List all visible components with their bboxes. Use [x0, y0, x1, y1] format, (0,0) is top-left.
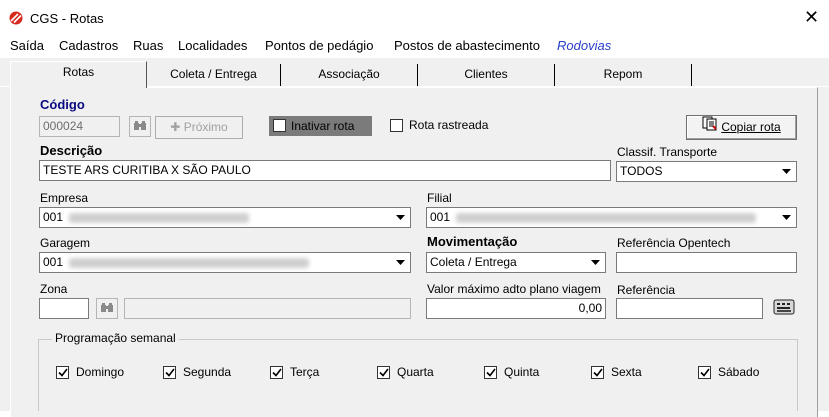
sexta-checkbox[interactable] — [591, 366, 604, 379]
menu-rodovias[interactable]: Rodovias — [557, 38, 611, 53]
movimentacao-value: Coleta / Entrega — [430, 255, 517, 269]
tab-rotas[interactable]: Rotas — [10, 61, 147, 88]
binoculars-icon — [100, 302, 114, 316]
close-icon[interactable]: ✕ — [804, 8, 819, 26]
terca-label: Terça — [290, 365, 320, 379]
domingo-checkbox[interactable] — [56, 366, 69, 379]
programacao-semanal-legend: Programação semanal — [52, 331, 179, 345]
tab-coleta-entrega[interactable]: Coleta / Entrega — [147, 64, 281, 86]
referencia-lookup-button[interactable] — [772, 297, 796, 319]
segunda-label: Segunda — [183, 365, 232, 379]
empresa-select[interactable]: 001 — [39, 207, 411, 228]
proximo-label: Próximo — [183, 120, 228, 134]
tab-associacao[interactable]: Associação — [281, 64, 418, 86]
codigo-input[interactable]: 000024 — [39, 116, 120, 137]
binoculars-icon — [133, 120, 147, 134]
redacted-text — [456, 212, 757, 223]
menu-saida[interactable]: Saída — [10, 38, 44, 53]
plus-icon: ✚ — [170, 120, 181, 134]
chevron-down-icon[interactable] — [587, 254, 604, 271]
copy-document-icon — [702, 116, 718, 139]
filial-value: 001 — [430, 210, 451, 224]
classif-transporte-select[interactable]: TODOS — [616, 161, 797, 182]
quarta-checkbox[interactable] — [377, 366, 390, 379]
redacted-text — [69, 257, 310, 268]
sabado-checkbox[interactable] — [698, 366, 711, 379]
menu-pontos-pedagio[interactable]: Pontos de pedágio — [265, 38, 373, 53]
zona-label: Zona — [40, 282, 68, 296]
quarta-label: Quarta — [397, 365, 434, 379]
inativar-rota-label: Inativar rota — [291, 119, 355, 133]
referencia-label: Referência — [617, 283, 676, 297]
redacted-text — [69, 212, 250, 223]
codigo-search-button[interactable] — [129, 116, 151, 137]
menu-localidades[interactable]: Localidades — [178, 38, 247, 53]
zona-descricao-input — [124, 298, 411, 319]
proximo-button[interactable]: ✚ Próximo — [155, 116, 243, 139]
filial-select[interactable]: 001 — [426, 207, 797, 228]
segunda-checkbox[interactable] — [163, 366, 176, 379]
movimentacao-select[interactable]: Coleta / Entrega — [426, 252, 606, 273]
rota-rastreada-checkbox[interactable] — [390, 119, 403, 132]
window-title: CGS - Rotas — [30, 11, 104, 26]
inativar-rota-checkbox[interactable] — [273, 119, 286, 132]
codigo-label: Código — [40, 97, 85, 112]
referencia-opentech-input[interactable] — [616, 252, 797, 273]
menu-cadastros[interactable]: Cadastros — [59, 38, 118, 53]
menu-postos-abastecimento[interactable]: Postos de abastecimento — [394, 38, 540, 53]
classif-transporte-label: Classif. Transporte — [617, 145, 718, 159]
title-bar — [0, 0, 829, 36]
referencia-input[interactable] — [616, 298, 763, 319]
garagem-value: 001 — [43, 255, 64, 269]
chevron-down-icon[interactable] — [392, 209, 409, 226]
tab-repom[interactable]: Repom — [555, 64, 692, 86]
tab-clientes[interactable]: Clientes — [418, 64, 555, 86]
empresa-value: 001 — [43, 210, 64, 224]
chevron-down-icon[interactable] — [392, 254, 409, 271]
rota-rastreada-label: Rota rastreada — [409, 118, 489, 132]
menu-ruas[interactable]: Ruas — [133, 38, 163, 53]
garagem-label: Garagem — [40, 236, 91, 250]
empresa-label: Empresa — [40, 191, 89, 205]
chevron-down-icon[interactable] — [778, 163, 795, 180]
sabado-label: Sábado — [718, 365, 760, 379]
valor-maximo-label: Valor máximo adto plano viagem — [427, 282, 601, 296]
classif-transporte-value: TODOS — [620, 164, 663, 178]
quinta-label: Quinta — [504, 365, 540, 379]
chevron-down-icon[interactable] — [778, 209, 795, 226]
zona-search-button[interactable] — [96, 298, 118, 319]
descricao-input[interactable]: TESTE ARS CURITIBA X SÃO PAULO — [39, 160, 611, 181]
descricao-label: Descrição — [40, 143, 103, 158]
quinta-checkbox[interactable] — [484, 366, 497, 379]
keyboard-lookup-icon — [773, 297, 795, 320]
terca-checkbox[interactable] — [270, 366, 283, 379]
copiar-rota-button[interactable]: Copiar rota — [686, 115, 797, 140]
valor-maximo-input[interactable]: 0,00 — [426, 298, 606, 319]
cgs-logo-icon — [8, 11, 24, 25]
copiar-rota-label: Copiar rota — [721, 120, 781, 134]
referencia-opentech-label: Referência Opentech — [617, 236, 731, 250]
movimentacao-label: Movimentação — [427, 234, 518, 249]
filial-label: Filial — [427, 191, 452, 205]
domingo-label: Domingo — [76, 365, 125, 379]
sexta-label: Sexta — [611, 365, 642, 379]
garagem-select[interactable]: 001 — [39, 252, 411, 273]
zona-input[interactable] — [39, 298, 89, 319]
